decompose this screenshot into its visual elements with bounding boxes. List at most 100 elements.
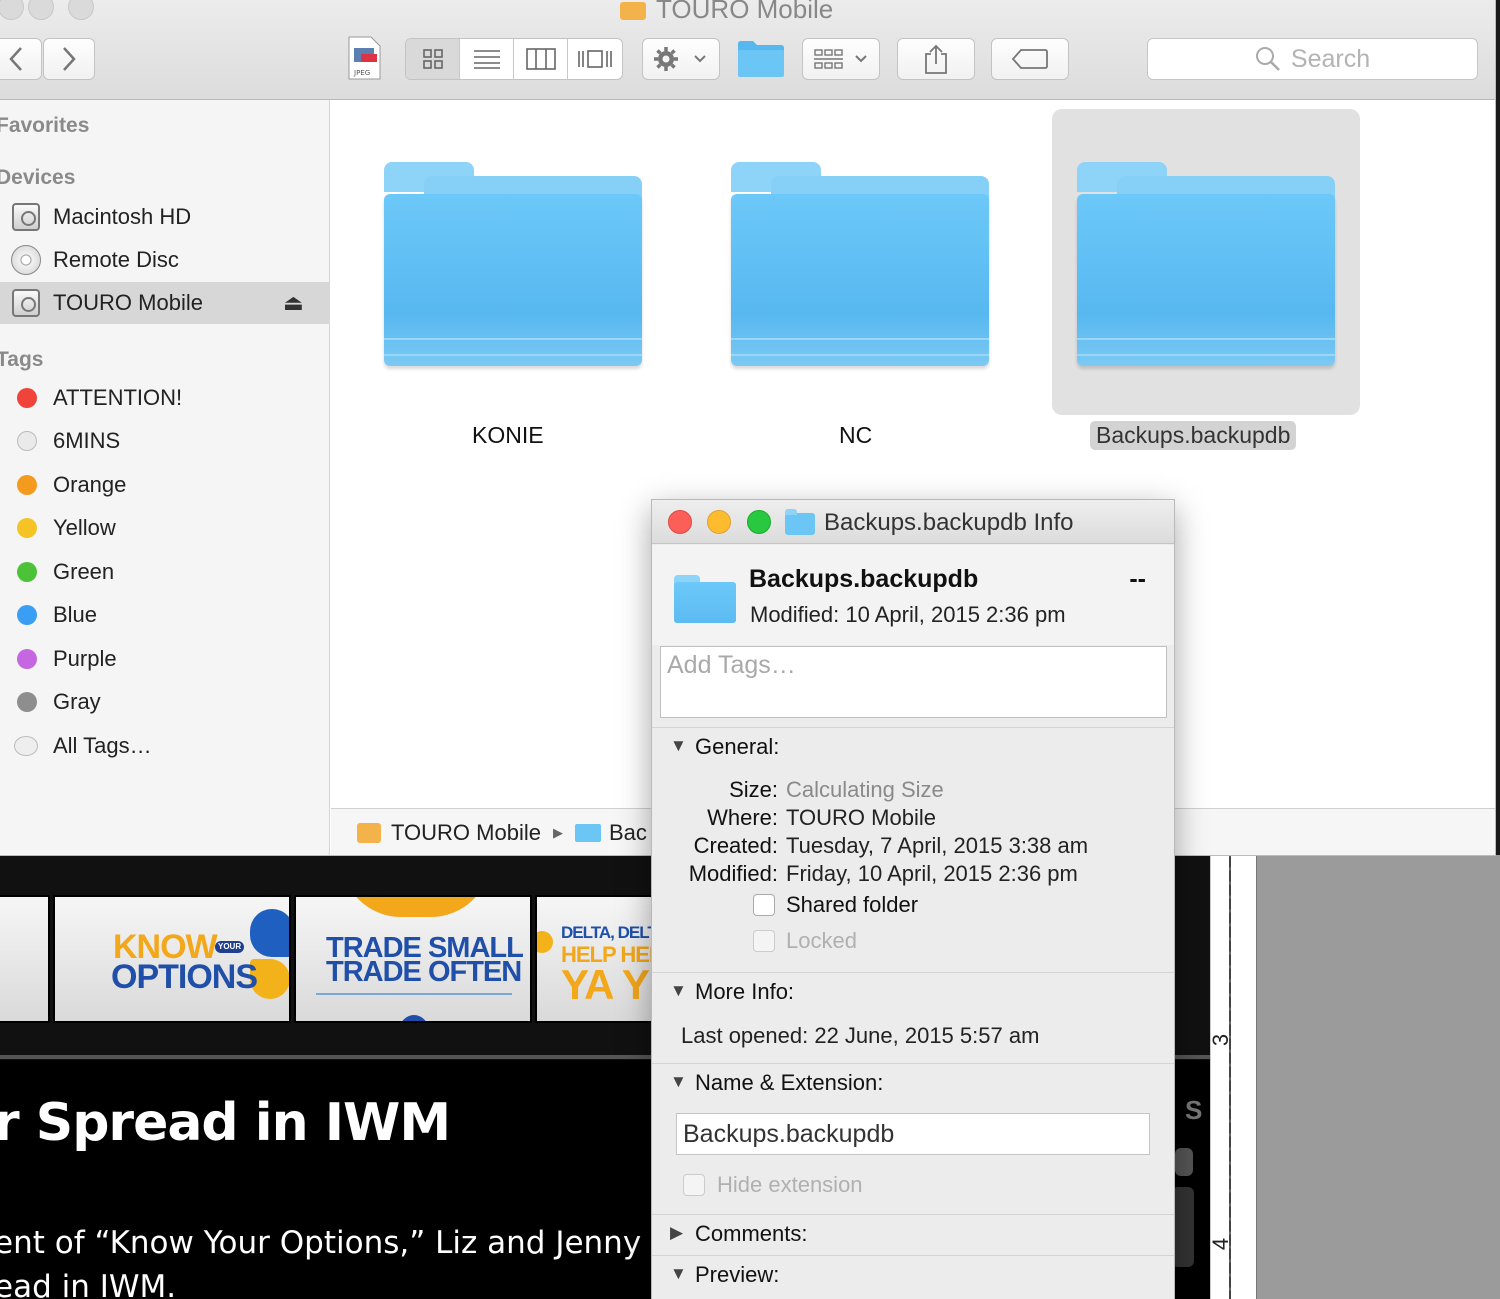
folder-label[interactable]: NC [839,422,872,449]
green-tag-dot-icon [17,562,37,582]
sidebar-item-label: Blue [53,602,98,627]
red-tag-dot-icon [17,388,37,408]
window-title-text: TOURO Mobile [656,0,834,24]
locked-checkbox[interactable] [753,930,775,952]
add-tags-field[interactable]: Add Tags… [660,646,1167,718]
sidebar-item-label: 6MINS [53,428,121,453]
thumb-ya-text: YA Y [561,961,650,1008]
zoom-button[interactable] [747,510,771,534]
size-label: Size: [729,777,778,802]
video-thumbnail-know-your-options[interactable]: KNOW YOUR OPTIONS [53,895,291,1023]
chevron-left-icon [9,47,22,71]
video-thumbnail-trade-small[interactable]: TRADE SMALL TRADE OFTEN [294,895,532,1023]
sidebar-tag-purple[interactable]: Purple [0,638,330,680]
arrange-menu-button[interactable] [802,38,880,80]
sidebar-tag-orange[interactable]: Orange [0,464,330,506]
yellow-tag-dot-icon [17,518,37,538]
sidebar-tag-6mins[interactable]: 6MINS [0,420,330,462]
video-thumbnail-delta[interactable]: DELTA, DELT HELP HEL YA Y [535,895,665,1023]
sidebar-tag-yellow[interactable]: Yellow [0,507,330,549]
finder-toolbar: TOURO Mobile JPEG Search [0,0,1495,100]
sidebar-item-touro-mobile[interactable]: TOURO Mobile ⏏ [0,282,330,324]
close-button[interactable] [0,0,24,20]
path-item-folder[interactable]: Bac [609,820,647,846]
video-thumbnail[interactable] [0,895,50,1023]
sidebar-item-label: ATTENTION! [53,385,183,410]
section-comments[interactable]: ▶ Comments: [652,1214,1174,1254]
tag-icon [1011,49,1048,69]
sidebar-header-devices[interactable]: Devices [0,166,75,190]
disclosure-triangle-down-icon[interactable]: ▼ [670,981,687,1001]
sidebar-all-tags[interactable]: All Tags… [0,725,330,767]
info-summary: Backups.backupdb -- Modified: 10 April, … [652,545,1174,645]
minimize-button[interactable] [707,510,731,534]
purple-tag-dot-icon [17,649,37,669]
sidebar-item-macintosh-hd[interactable]: Macintosh HD [0,196,330,238]
list-view-button[interactable] [460,39,514,79]
optical-disc-icon [11,245,41,275]
close-button[interactable] [668,510,692,534]
disclosure-triangle-down-icon[interactable]: ▼ [670,736,687,756]
eject-icon[interactable]: ⏏ [283,290,304,316]
section-preview[interactable]: ▼ Preview: [652,1255,1174,1295]
section-title: More Info: [695,979,795,1004]
article-headline[interactable]: r Spread in IWM [0,1093,451,1153]
folder-icon[interactable] [737,40,785,78]
gear-icon [654,47,706,71]
sidebar-tag-blue[interactable]: Blue [0,594,330,636]
item-name: Backups.backupdb [749,565,979,593]
all-tags-icon [14,736,38,756]
folder-label[interactable]: KONIE [472,422,544,449]
sidebar-item-label: Yellow [53,515,116,540]
disclosure-triangle-down-icon[interactable]: ▼ [670,1264,687,1284]
path-item-volume[interactable]: TOURO Mobile [391,820,541,846]
section-general[interactable]: ▼ General: [652,727,1174,767]
sidebar-item-label: Purple [53,646,117,671]
gray-tag-dot-icon [17,692,37,712]
hide-extension-checkbox[interactable] [683,1174,705,1196]
folder-item-konie[interactable] [384,162,642,366]
minimize-button[interactable] [28,0,54,20]
article-body-line: ead in IWM. [0,1269,177,1299]
sidebar-header-tags[interactable]: Tags [0,348,43,372]
sidebar-tag-attention[interactable]: ATTENTION! [0,377,330,419]
share-button[interactable] [897,38,975,80]
disclosure-triangle-down-icon[interactable]: ▼ [670,1072,687,1092]
last-opened: Last opened: 22 June, 2015 5:57 am [681,1023,1040,1048]
icon-view-button[interactable] [406,39,460,79]
sidebar-item-remote-disc[interactable]: Remote Disc [0,239,330,281]
columns-icon [525,48,556,70]
ruler-number: 3 [1208,1033,1234,1047]
column-view-button[interactable] [514,39,568,79]
disclosure-triangle-right-icon[interactable]: ▶ [670,1223,683,1243]
view-mode-segmented-control [405,38,623,80]
folder-item-backups-backupdb[interactable] [1077,162,1335,366]
shared-folder-checkbox[interactable] [753,894,775,916]
external-drive-icon [357,822,381,843]
forward-button[interactable] [43,38,95,80]
size-value: Calculating Size [786,777,944,802]
section-title: Name & Extension: [695,1070,884,1095]
section-more-info[interactable]: ▼ More Info: [652,972,1174,1012]
sidebar-header-favorites[interactable]: Favorites [0,114,89,138]
thumb-line [316,993,512,995]
folder-item-nc[interactable] [731,162,989,366]
external-drive-icon [12,289,40,317]
zoom-button[interactable] [68,0,94,20]
search-field[interactable]: Search [1147,38,1478,80]
cover-flow-view-button[interactable] [568,39,622,79]
section-title: General: [695,734,780,759]
name-extension-field[interactable]: Backups.backupdb [676,1113,1150,1155]
edit-tags-button[interactable] [991,38,1069,80]
ruler-number: 4 [1208,1237,1234,1251]
shared-folder-label: Shared folder [786,892,919,917]
jpeg-file-icon[interactable]: JPEG [346,36,382,80]
sidebar-tag-green[interactable]: Green [0,551,330,593]
folder-icon [574,823,601,842]
action-menu-button[interactable] [642,38,720,80]
folder-label-selected[interactable]: Backups.backupdb [1090,421,1297,450]
sidebar-item-label: TOURO Mobile [53,290,203,315]
sidebar-tag-gray[interactable]: Gray [0,681,330,723]
section-name-extension[interactable]: ▼ Name & Extension: [652,1063,1174,1103]
back-button[interactable] [0,38,42,80]
